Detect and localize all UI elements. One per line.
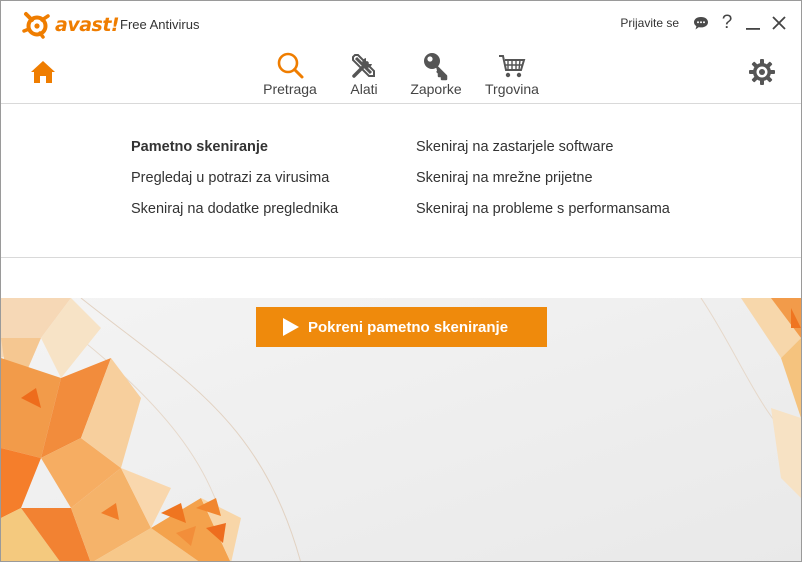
nav-label-alati: Alati xyxy=(350,81,378,97)
scan-option-performance[interactable]: Skeniraj na probleme s performansama xyxy=(416,201,670,217)
window-controls: Prijavite se ? xyxy=(620,11,791,35)
scan-option-virus[interactable]: Pregledaj u potrazi za virusima xyxy=(131,170,329,186)
search-icon xyxy=(277,52,304,79)
avast-logo: avast! xyxy=(21,10,120,40)
nav-label-trgovina: Trgovina xyxy=(485,81,539,97)
scan-option-smart[interactable]: Pametno skeniranje xyxy=(131,139,268,155)
app-name: Free Antivirus xyxy=(120,17,200,32)
close-icon[interactable] xyxy=(767,11,791,35)
start-smart-scan-label: Pokreni pametno skeniranje xyxy=(308,318,509,336)
scan-option-outdated-software[interactable]: Skeniraj na zastarjele software xyxy=(416,139,613,155)
app-window: avast! Free Antivirus Prijavite se ? Pre… xyxy=(0,0,802,562)
nav-label-zaporke: Zaporke xyxy=(410,81,462,97)
nav-item-trgovina[interactable]: Trgovina xyxy=(472,51,552,97)
avast-logo-mark-icon xyxy=(22,12,50,39)
nav-item-alati[interactable]: Alati xyxy=(324,51,404,97)
title-bar: avast! Free Antivirus Prijavite se ? xyxy=(1,1,801,45)
signin-link[interactable]: Prijavite se xyxy=(620,16,679,30)
chat-bubble-icon[interactable] xyxy=(689,11,713,35)
options-divider xyxy=(1,257,801,258)
help-button[interactable]: ? xyxy=(715,11,739,35)
key-icon xyxy=(424,53,448,81)
scan-option-browser-addons[interactable]: Skeniraj na dodatke preglednika xyxy=(131,201,338,217)
minimize-icon[interactable] xyxy=(741,11,765,35)
main-nav: Pretraga Alati Zaporke Trgovina xyxy=(1,51,801,101)
nav-divider xyxy=(1,103,801,104)
start-smart-scan-button[interactable]: Pokreni pametno skeniranje xyxy=(256,307,547,347)
scan-option-network-threats[interactable]: Skeniraj na mrežne prijetne xyxy=(416,170,593,186)
cart-icon xyxy=(499,55,526,78)
tools-icon xyxy=(352,54,375,78)
nav-label-pretraga: Pretraga xyxy=(263,81,317,97)
logo-text: avast! xyxy=(55,14,120,36)
nav-item-pretraga[interactable]: Pretraga xyxy=(250,51,330,97)
nav-item-zaporke[interactable]: Zaporke xyxy=(396,51,476,97)
play-icon xyxy=(283,318,299,336)
